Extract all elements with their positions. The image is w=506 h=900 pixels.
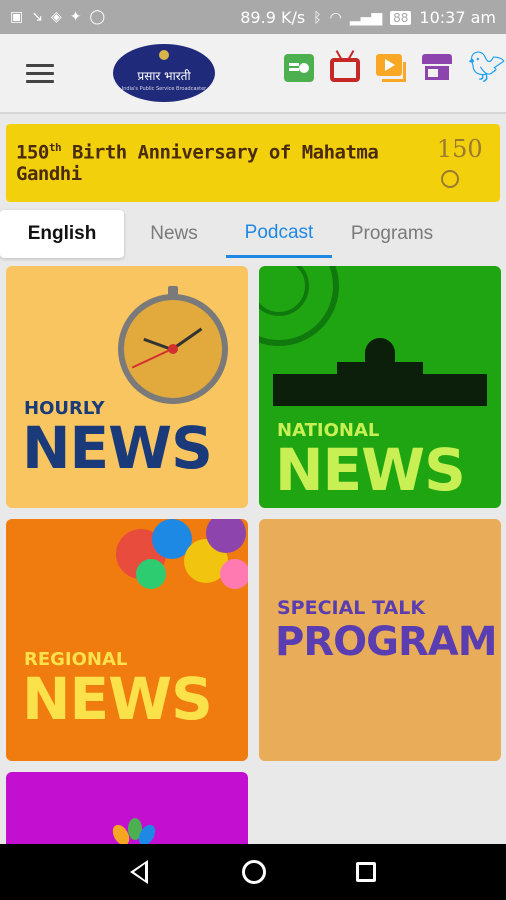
national-news-card[interactable]: NATIONAL NEWS (259, 266, 501, 508)
bluetooth-icon: ᛒ (313, 9, 322, 26)
app-notification-icon: ◈ (50, 9, 62, 25)
paint-splash (136, 559, 166, 589)
menu-icon[interactable] (26, 64, 54, 84)
banner-150-mark: 150 (437, 135, 500, 191)
home-icon[interactable] (242, 860, 266, 884)
card-big-label: NEWS (22, 414, 213, 482)
card-big-label: NEWS (22, 665, 213, 733)
wifi-icon: ◠ (329, 9, 342, 26)
twitter-icon[interactable]: 🐦︎ (468, 53, 506, 83)
status-right: 89.9 K/s ᛒ ◠ ▂▄▆ 88 10:37 am (240, 8, 496, 27)
podcast-card-partial[interactable] (6, 772, 248, 852)
tv-icon[interactable] (330, 58, 360, 82)
twitter-notification-icon: ✦ (69, 9, 82, 25)
prasar-bharati-logo: प्रसार भारती India's Public Service Broa… (113, 44, 215, 102)
clock-icon (118, 286, 228, 404)
banner-number: 150 (16, 141, 49, 164)
paint-splash (220, 559, 248, 589)
logo-subtext: India's Public Service Broadcaster (121, 86, 207, 92)
tab-programs[interactable]: Programs (340, 210, 444, 258)
banner-suffix: th (48, 140, 62, 154)
radio-icon[interactable] (284, 54, 314, 82)
store-icon[interactable] (422, 54, 452, 82)
status-bar: ▣ ↘ ◈ ✦ ◯ 89.9 K/s ᛒ ◠ ▂▄▆ 88 10:37 am (0, 0, 506, 34)
gandhi-anniversary-banner[interactable]: 150th Birth Anniversary of Mahatma Gandh… (6, 124, 500, 202)
app-bar: प्रसार भारती India's Public Service Broa… (0, 34, 506, 114)
status-left-icons: ▣ ↘ ◈ ✦ ◯ (10, 8, 105, 26)
banner-text: 150th Birth Anniversary of Mahatma Gandh… (16, 141, 425, 185)
notification-icon: ▣ (10, 9, 24, 25)
banner-title: Birth Anniversary of Mahatma Gandhi (16, 141, 379, 186)
signal-icon: ▂▄▆ (349, 9, 383, 26)
hourly-news-card[interactable]: HOURLY NEWS (6, 266, 248, 508)
paint-splash (206, 519, 246, 553)
tab-podcast[interactable]: Podcast (226, 210, 332, 258)
logo-text: प्रसार भारती (137, 68, 191, 83)
network-speed: 89.9 K/s (240, 8, 306, 27)
tab-news[interactable]: News (134, 210, 214, 258)
card-big-label: NEWS (275, 436, 466, 504)
regional-news-card[interactable]: REGIONAL NEWS (6, 519, 248, 761)
back-icon[interactable] (128, 860, 148, 884)
android-nav-bar (0, 844, 506, 900)
card-top-label: SPECIAL TALK (277, 597, 426, 619)
emblem-icon (159, 50, 169, 60)
status-time: 10:37 am (419, 8, 496, 27)
parliament-building-icon (273, 338, 487, 408)
sync-icon: ◯ (89, 9, 106, 25)
special-talk-program-card[interactable]: SPECIAL TALK PROGRAM (259, 519, 501, 761)
recent-apps-icon[interactable] (356, 862, 376, 882)
card-big-label: PROGRAM (275, 619, 498, 665)
banner-mark-text: 150 (436, 135, 483, 163)
missed-call-icon: ↘ (31, 9, 43, 25)
charkha-icon (440, 169, 459, 188)
top-icons: 🐦︎ (284, 53, 506, 83)
category-tabs: English News Podcast Programs (0, 208, 506, 260)
battery-level: 88 (390, 10, 412, 25)
tab-english[interactable]: English (0, 210, 124, 258)
video-icon[interactable] (376, 54, 406, 82)
